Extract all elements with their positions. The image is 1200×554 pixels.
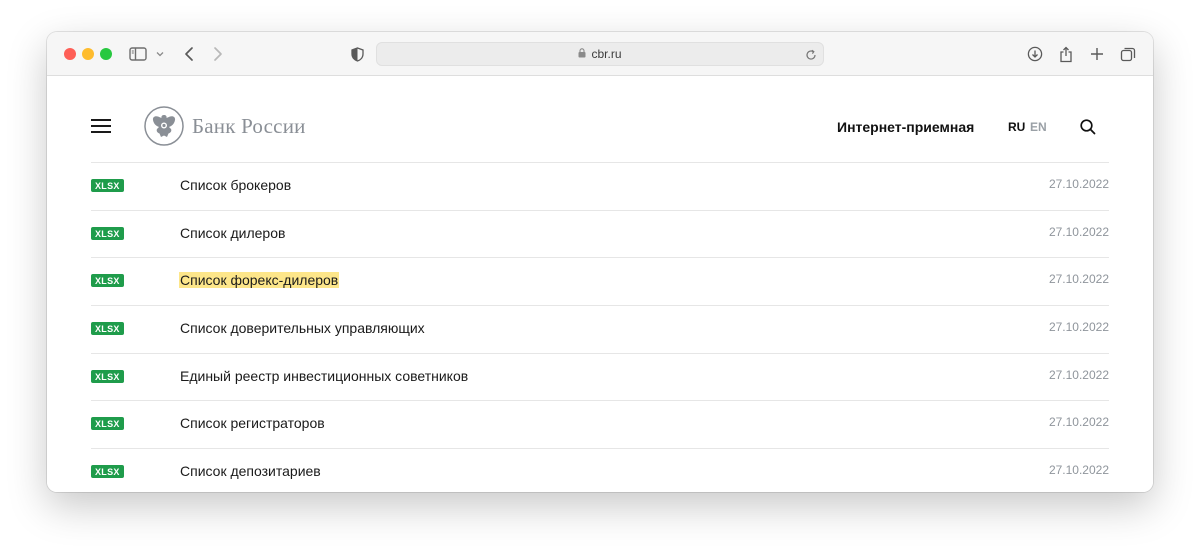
document-title[interactable]: Список дилеров: [180, 225, 285, 241]
web-page: Банк России Интернет-приемная RU EN XLSX…: [47, 77, 1153, 492]
file-type-badge: XLSX: [91, 417, 124, 431]
file-type-badge: XLSX: [91, 179, 124, 192]
chevron-down-icon[interactable]: [155, 42, 165, 66]
logo-text: Банк России: [192, 113, 306, 138]
browser-toolbar: cbr.ru: [47, 32, 1153, 76]
menu-burger-icon[interactable]: [91, 119, 111, 133]
sidebar-toggle-icon[interactable]: [128, 42, 148, 66]
document-date: 27.10.2022: [1048, 367, 1109, 382]
back-icon[interactable]: [181, 42, 197, 66]
document-title[interactable]: Список регистраторов: [180, 415, 325, 431]
language-en[interactable]: EN: [1030, 120, 1047, 134]
url-text: cbr.ru: [591, 47, 622, 61]
document-row[interactable]: XLSX Список брокеров 27.10.2022: [91, 162, 1109, 210]
document-date: 27.10.2022: [1048, 320, 1109, 335]
document-title[interactable]: Список доверительных управляющих: [180, 320, 425, 336]
reload-icon[interactable]: [805, 48, 817, 66]
zoom-window-button[interactable]: [100, 48, 112, 60]
document-row[interactable]: XLSX Список форекс-дилеров 27.10.2022: [91, 257, 1109, 305]
file-type-badge: XLSX: [91, 322, 124, 336]
document-row[interactable]: XLSX Единый реестр инвестиционных советн…: [91, 352, 1109, 401]
documents-list: XLSX Список брокеров 27.10.2022 XLSX Спи…: [91, 162, 1109, 492]
file-type-badge: XLSX: [91, 274, 124, 288]
document-date: 27.10.2022: [1048, 177, 1109, 191]
site-logo[interactable]: Банк России: [144, 106, 306, 146]
document-title[interactable]: Список брокеров: [180, 177, 291, 193]
double-headed-eagle-icon: [144, 106, 184, 146]
document-title[interactable]: Список депозитариев: [180, 463, 321, 479]
downloads-icon[interactable]: [1026, 42, 1044, 66]
minimize-window-button[interactable]: [82, 48, 94, 60]
file-type-badge: XLSX: [91, 369, 124, 383]
internet-reception-link[interactable]: Интернет-приемная: [837, 119, 974, 135]
file-type-badge: XLSX: [91, 226, 124, 240]
document-date: 27.10.2022: [1048, 224, 1109, 239]
document-row[interactable]: XLSX Список дилеров 27.10.2022: [91, 209, 1109, 258]
forward-icon[interactable]: [210, 42, 226, 66]
browser-window: cbr.ru Банк России Интернет-приемная RU …: [47, 32, 1153, 492]
document-title[interactable]: Единый реестр инвестиционных советников: [180, 368, 468, 384]
close-window-button[interactable]: [64, 48, 76, 60]
document-date: 27.10.2022: [1048, 272, 1109, 287]
document-date: 27.10.2022: [1048, 463, 1109, 478]
address-bar[interactable]: cbr.ru: [376, 42, 824, 66]
search-icon[interactable]: [1079, 118, 1097, 136]
lock-icon: [578, 45, 586, 63]
language-ru[interactable]: RU: [1008, 120, 1025, 134]
file-type-badge: XLSX: [91, 465, 124, 479]
share-icon[interactable]: [1057, 42, 1075, 66]
document-row[interactable]: XLSX Список депозитариев 27.10.2022: [91, 448, 1109, 492]
document-date: 27.10.2022: [1048, 415, 1109, 430]
new-tab-icon[interactable]: [1088, 42, 1106, 66]
privacy-shield-icon[interactable]: [349, 42, 365, 66]
document-title-highlighted[interactable]: Список форекс-дилеров: [179, 272, 340, 289]
document-row[interactable]: XLSX Список регистраторов 27.10.2022: [91, 400, 1109, 448]
document-row[interactable]: XLSX Список доверительных управляющих 27…: [91, 305, 1109, 353]
site-header: Банк России Интернет-приемная RU EN: [47, 77, 1153, 163]
tab-overview-icon[interactable]: [1119, 42, 1137, 66]
